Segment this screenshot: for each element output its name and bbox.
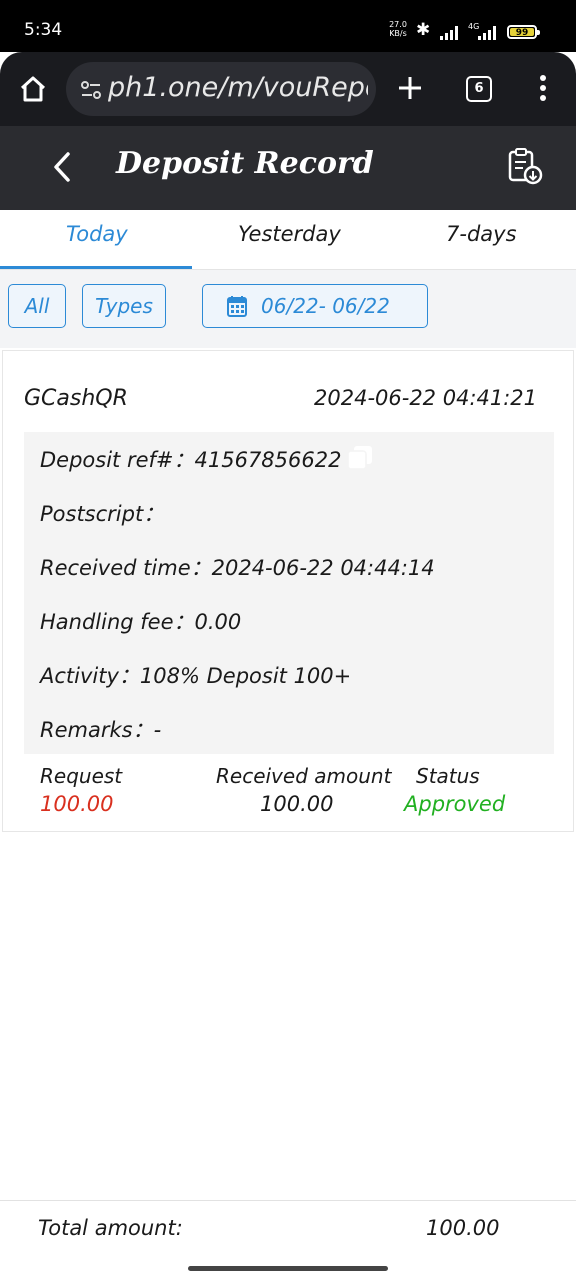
more-menu-icon[interactable] xyxy=(538,74,548,102)
deposit-ref: Deposit ref#：41567856622 xyxy=(40,448,342,472)
filter-all-label: All xyxy=(24,294,50,318)
record-datetime: 2024-06-22 04:41:21 xyxy=(314,386,538,410)
activity: Activity：108% Deposit 100+ xyxy=(40,664,352,688)
network-speed-unit: KB/s xyxy=(389,29,407,38)
postscript: Postscript： xyxy=(40,502,165,526)
received-amount: 100.00 xyxy=(260,792,334,816)
filter-types-button[interactable]: Types xyxy=(82,284,166,328)
filter-types-label: Types xyxy=(95,294,153,318)
new-tab-icon[interactable] xyxy=(396,74,424,102)
signal-icon xyxy=(440,24,462,40)
site-settings-icon[interactable] xyxy=(80,80,102,100)
filter-all-button[interactable]: All xyxy=(8,284,66,328)
record-details-panel xyxy=(24,432,554,754)
handling-fee: Handling fee：0.00 xyxy=(40,610,242,634)
request-label: Request xyxy=(40,764,123,788)
tab-switcher-button[interactable]: 6 xyxy=(466,76,492,102)
home-indicator[interactable] xyxy=(188,1266,388,1271)
received-amount-label: Received amount xyxy=(216,764,392,788)
divider xyxy=(0,1200,576,1201)
url-text[interactable]: ph1.one/m/vouRepo xyxy=(108,72,368,103)
clipboard-download-icon[interactable] xyxy=(506,146,544,186)
calendar-icon xyxy=(227,296,247,317)
status-badge: Approved xyxy=(404,792,506,816)
back-button[interactable] xyxy=(48,150,78,184)
total-amount-label: Total amount: xyxy=(38,1216,183,1240)
payment-method: GCashQR xyxy=(24,386,128,411)
tab-today[interactable]: Today xyxy=(66,222,128,246)
tab-7-days[interactable]: 7-days xyxy=(446,222,517,246)
total-amount-value: 100.00 xyxy=(426,1216,500,1240)
battery-level: 99 xyxy=(510,28,534,38)
status-bar: 5:34 27.0 KB/s ✱ 4G 99 xyxy=(0,0,576,52)
status-label: Status xyxy=(416,764,480,788)
bluetooth-icon: ✱ xyxy=(416,20,431,40)
remarks: Remarks：- xyxy=(40,718,162,742)
network-speed-value: 27.0 xyxy=(389,20,407,29)
battery-icon: 99 xyxy=(507,25,540,39)
signal-4g-icon: 4G xyxy=(468,22,500,40)
date-range-button[interactable]: 06/22- 06/22 xyxy=(202,284,428,328)
network-speed: 27.0 KB/s xyxy=(386,20,410,38)
home-icon[interactable] xyxy=(18,74,48,104)
copy-icon[interactable] xyxy=(346,444,376,470)
request-amount: 100.00 xyxy=(40,792,114,816)
received-time: Received time：2024-06-22 04:44:14 xyxy=(40,556,435,580)
chevron-left-icon xyxy=(54,152,70,182)
page-title: Deposit Record xyxy=(116,146,374,181)
date-range-text: 06/22- 06/22 xyxy=(261,294,390,318)
status-time: 5:34 xyxy=(24,20,63,40)
tab-yesterday[interactable]: Yesterday xyxy=(238,222,341,246)
